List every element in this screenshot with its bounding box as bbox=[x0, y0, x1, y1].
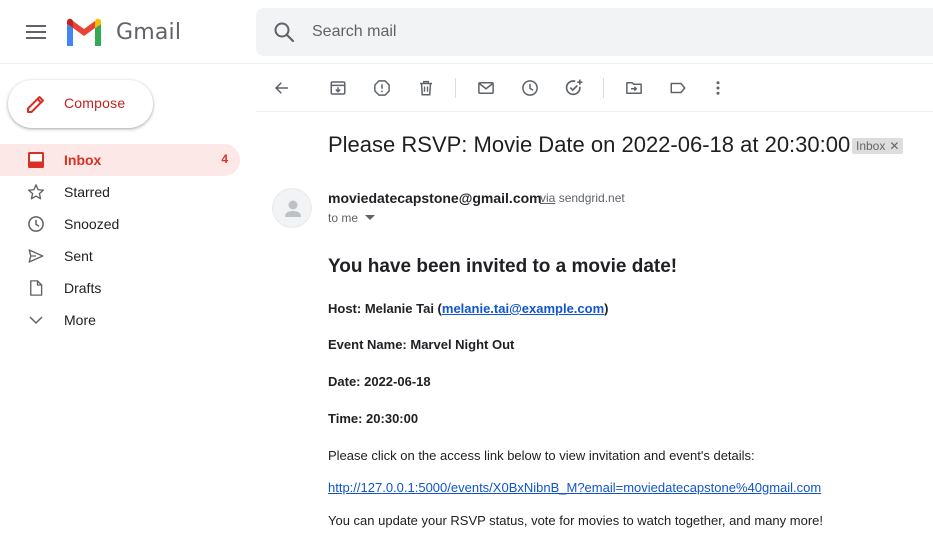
delete-icon bbox=[420, 80, 432, 96]
sidebar-item-more[interactable]: More bbox=[0, 304, 240, 336]
email-heading: You have been invited to a movie date! bbox=[328, 256, 678, 277]
clock-icon bbox=[26, 214, 46, 234]
report-spam-button[interactable] bbox=[370, 76, 394, 100]
access-link[interactable]: http://127.0.0.1:5000/events/X0BxNibnB_M… bbox=[328, 480, 821, 495]
archive-icon bbox=[330, 81, 346, 95]
hamburger-menu-icon bbox=[26, 25, 46, 39]
via-info: via sendgrid.net bbox=[540, 191, 625, 205]
report-spam-icon bbox=[374, 80, 390, 96]
sender-avatar[interactable] bbox=[272, 188, 312, 228]
more-options-button[interactable] bbox=[706, 76, 730, 100]
search-icon[interactable] bbox=[272, 20, 296, 44]
host-suffix: ) bbox=[604, 301, 609, 316]
add-task-icon bbox=[565, 79, 583, 96]
instructions-text: Please click on the access link below to… bbox=[328, 448, 755, 463]
draft-icon bbox=[26, 278, 46, 298]
sidebar-item-snoozed[interactable]: Snoozed bbox=[0, 208, 240, 240]
add-to-tasks-button[interactable] bbox=[562, 76, 586, 100]
move-to-icon bbox=[626, 82, 642, 94]
via-domain: sendgrid.net bbox=[558, 191, 625, 205]
event-name: Event Name: Marvel Night Out bbox=[328, 337, 515, 352]
chevron-down-icon bbox=[26, 310, 46, 330]
more-vert-icon bbox=[716, 81, 720, 95]
toolbar-divider bbox=[455, 78, 456, 98]
labels-button[interactable] bbox=[666, 76, 690, 100]
host-line: Host: Melanie Tai (melanie.tai@example.c… bbox=[328, 301, 608, 316]
sidebar-item-label: Snoozed bbox=[64, 216, 120, 232]
main-menu-button[interactable] bbox=[20, 16, 52, 48]
host-email-link[interactable]: melanie.tai@example.com bbox=[442, 301, 604, 316]
back-button[interactable] bbox=[270, 76, 294, 100]
sidebar-item-label: Starred bbox=[64, 184, 110, 200]
via-word[interactable]: via bbox=[540, 191, 555, 205]
compose-button[interactable]: Compose bbox=[8, 80, 153, 128]
label-icon bbox=[670, 82, 686, 94]
star-icon bbox=[26, 182, 46, 202]
back-arrow-icon bbox=[274, 82, 288, 94]
label-chip-text: Inbox bbox=[856, 139, 886, 153]
unread-count: 4 bbox=[221, 152, 228, 166]
message-toolbar bbox=[256, 64, 933, 112]
compose-label: Compose bbox=[64, 95, 126, 111]
sidebar-item-label: Inbox bbox=[64, 152, 102, 168]
mark-unread-button[interactable] bbox=[474, 76, 498, 100]
inbox-label-chip[interactable]: Inbox ✕ bbox=[852, 138, 904, 154]
sender-email[interactable]: moviedatecapstone@gmail.com bbox=[328, 190, 542, 206]
mark-unread-icon bbox=[478, 82, 494, 94]
gmail-logo-icon[interactable] bbox=[64, 16, 104, 48]
remove-label-icon[interactable]: ✕ bbox=[889, 139, 899, 153]
snooze-icon bbox=[522, 80, 538, 96]
event-time: Time: 20:30:00 bbox=[328, 411, 419, 426]
inbox-icon bbox=[26, 150, 46, 170]
recipient-details-dropdown-icon[interactable] bbox=[365, 215, 375, 221]
sidebar-item-starred[interactable]: Starred bbox=[0, 176, 240, 208]
sidebar-item-label: More bbox=[64, 312, 96, 328]
sidebar-item-label: Sent bbox=[64, 248, 93, 264]
sidebar-item-sent[interactable]: Sent bbox=[0, 240, 240, 272]
pencil-icon bbox=[27, 96, 44, 113]
footer-text: You can update your RSVP status, vote fo… bbox=[328, 513, 824, 528]
delete-button[interactable] bbox=[414, 76, 438, 100]
brand-name: Gmail bbox=[116, 20, 182, 45]
move-to-button[interactable] bbox=[622, 76, 646, 100]
person-icon bbox=[285, 200, 301, 217]
message-subject: Please RSVP: Movie Date on 2022-06-18 at… bbox=[328, 132, 851, 157]
host-prefix: Host: Melanie Tai ( bbox=[328, 301, 442, 316]
archive-button[interactable] bbox=[326, 76, 350, 100]
send-icon bbox=[26, 246, 46, 266]
toolbar-divider bbox=[603, 78, 604, 98]
search-input[interactable] bbox=[312, 8, 912, 56]
snooze-button[interactable] bbox=[518, 76, 542, 100]
event-date: Date: 2022-06-18 bbox=[328, 374, 431, 389]
top-bar: Gmail bbox=[0, 0, 933, 64]
recipient-summary: to me bbox=[328, 211, 359, 225]
sidebar-item-label: Drafts bbox=[64, 280, 102, 296]
sidebar-item-inbox[interactable]: Inbox 4 bbox=[0, 144, 240, 176]
sidebar-nav: Inbox 4 Starred Snoozed Sent Drafts More bbox=[0, 144, 240, 336]
search-bar[interactable] bbox=[256, 8, 933, 56]
sidebar-item-drafts[interactable]: Drafts bbox=[0, 272, 240, 304]
